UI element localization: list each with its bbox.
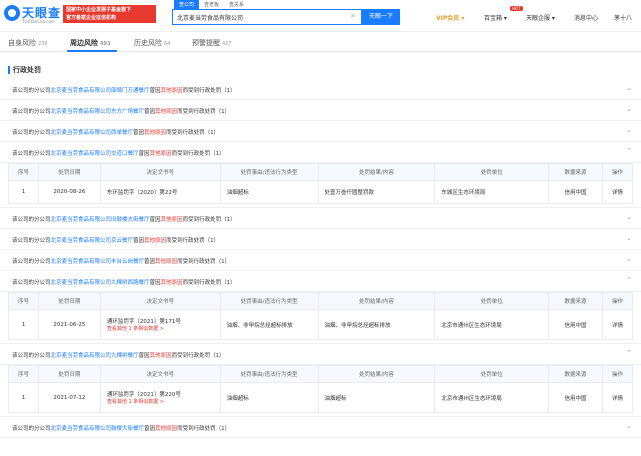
detail-link[interactable]: 详情 (602, 309, 633, 340)
promo-line-1: 国家中小企业发展子基金旗下 (66, 7, 132, 13)
clear-icon[interactable]: × (350, 12, 356, 20)
table-row: 1 2021-06-25 通环监罚字〔2021〕第171号 查看其他 1 条相似数… (8, 309, 633, 340)
col-header: 处罚单位 (434, 163, 550, 181)
search-tab-boss[interactable]: 查老板 (199, 0, 224, 9)
penalty-table: 序号 处罚日期 决定文书号 处罚事由/违法行为类型 处罚结果/内容 处罚单位 数… (8, 365, 633, 413)
tab-count: 64 (164, 41, 171, 47)
branch-link[interactable]: 北京麦当劳食品有限公司鼓楼大街餐厅 (51, 426, 145, 432)
branch-link[interactable]: 北京麦当劳食品有限公司西单餐厅 (51, 130, 134, 136)
list-item[interactable]: 该公司的分公司北京麦当劳食品有限公司京云餐厅曾因其他原因而受到行政处罚（1） ⌄ (0, 229, 641, 250)
similar-data-link[interactable]: 查看其他 1 条相似数据 > (107, 325, 220, 332)
chevron-down-icon[interactable]: ⌄ (626, 255, 632, 263)
baibao-menu[interactable]: 百宝箱 ▾ (484, 13, 507, 22)
penalty-table: 序号 处罚日期 决定文书号 处罚事由/违法行为类型 处罚结果/内容 处罚单位 数… (8, 163, 633, 204)
tab-count: 493 (100, 41, 111, 47)
col-header: 处罚事由/违法行为类型 (219, 163, 319, 181)
chevron-down-icon[interactable]: ⌄ (626, 126, 632, 134)
hot-badge: HOT (510, 6, 523, 11)
detail-link[interactable]: 详情 (602, 180, 633, 204)
search-tab-relation[interactable]: 查关系 (224, 0, 249, 9)
list-item[interactable]: 该公司的分公司北京麦当劳食品有限公司东方广场餐厅曾因其他原因而受到行政处罚（1）… (0, 100, 641, 121)
list-item[interactable]: 该公司的分公司北京麦当劳食品有限公司康塬门万通餐厅曾因其他原因而受到行政处罚（1… (0, 79, 641, 100)
search-input[interactable]: 北京麦当劳食品有限公司 (177, 13, 243, 22)
tab-label: 周边风险 (70, 39, 98, 47)
chevron-down-icon[interactable]: ⌄ (626, 105, 632, 113)
list-item[interactable]: 该公司的分公司北京麦当劳食品有限公司九棵树西路餐厅曾因其他原因而受到行政处罚（1… (0, 271, 641, 292)
col-header: 处罚结果/内容 (317, 163, 436, 181)
risk-tabs: 自身风险 236 周边风险 493 历史风险 64 预警提醒 427 (0, 36, 641, 52)
tab-label: 历史风险 (134, 39, 162, 47)
tab-history-risk[interactable]: 历史风险 64 (134, 38, 170, 48)
col-header: 决定文书号 (99, 163, 221, 181)
col-header: 数据来源 (548, 163, 604, 181)
search-box[interactable]: 北京麦当劳食品有限公司 × (172, 9, 362, 25)
chevron-up-icon[interactable]: ⌃ (626, 147, 632, 155)
promo-line-2: 官方备案企业征信机构 (66, 15, 117, 21)
search-tab-company[interactable]: 查公司 (174, 0, 200, 9)
chevron-up-icon[interactable]: ⌃ (626, 276, 632, 284)
tab-count: 427 (222, 41, 232, 47)
active-tab-indicator (67, 50, 117, 52)
branch-link[interactable]: 北京麦当劳食品有限公司旧鼓楼大街餐厅 (51, 217, 150, 223)
chevron-up-icon[interactable]: ⌃ (626, 349, 632, 357)
list-item[interactable]: 该公司的分公司北京麦当劳食品有限公司交道口餐厅曾因其他原因而受到行政处罚（1） ⌃ (0, 142, 641, 163)
chevron-down-icon[interactable]: ⌄ (626, 422, 632, 430)
list-item[interactable]: 该公司的分公司北京麦当劳食品有限公司旧鼓楼大街餐厅曾因其他原因而受到行政处罚（1… (0, 208, 641, 229)
logo-site: TianYanCha.com (22, 19, 55, 24)
table-row: 1 2020-08-26 东环监罚字〔2020〕第22号 油烟超标 处壹万叁仟圆… (8, 180, 633, 204)
table-row: 1 2021-07-12 通环监罚字〔2021〕第220号 查看其他 1 条相似数… (8, 382, 633, 413)
branch-link[interactable]: 北京麦当劳食品有限公司京云餐厅 (51, 238, 134, 244)
user-menu[interactable]: 茅十八 (614, 13, 632, 22)
tab-self-risk[interactable]: 自身风险 236 (8, 38, 48, 48)
tab-surrounding-risk[interactable]: 周边风险 493 (70, 38, 110, 48)
list-item[interactable]: 该公司的分公司北京麦当劳食品有限公司丰台云岗餐厅曾因其他原因而受到行政处罚（1）… (0, 250, 641, 271)
search-button[interactable]: 天眼一下 (362, 9, 400, 25)
search-type-tabs: 查公司 查老板 查关系 (174, 0, 249, 9)
col-header: 操作 (602, 163, 633, 181)
promo-badge[interactable]: 国家中小企业发展子基金旗下 官方备案企业征信机构 (63, 5, 156, 23)
tab-count: 236 (38, 41, 48, 47)
col-header: 处罚日期 (37, 163, 101, 181)
vip-menu[interactable]: VIP会员 ▾ (436, 13, 464, 22)
tab-label: 自身风险 (8, 39, 36, 47)
section-title: 行政处罚 (8, 66, 41, 74)
chevron-down-icon[interactable]: ⌄ (626, 213, 632, 221)
tab-label: 预警提醒 (192, 39, 220, 47)
detail-link[interactable]: 详情 (602, 382, 633, 413)
col-header: 序号 (8, 163, 39, 181)
similar-data-link[interactable]: 查看其他 1 条相似数据 > (107, 398, 220, 405)
penalty-list: 该公司的分公司北京麦当劳食品有限公司康塬门万通餐厅曾因其他原因而受到行政处罚（1… (0, 79, 641, 438)
chevron-down-icon[interactable]: ⌄ (626, 234, 632, 242)
list-item[interactable]: 该公司的分公司北京麦当劳食品有限公司鼓楼大街餐厅曾因其他原因而受到行政处罚（1）… (0, 417, 641, 438)
branch-link[interactable]: 北京麦当劳食品有限公司九棵树餐厅 (51, 353, 139, 359)
message-center-link[interactable]: 消息中心 (574, 13, 598, 22)
chevron-down-icon[interactable]: ⌄ (626, 84, 632, 92)
branch-link[interactable]: 北京麦当劳食品有限公司交道口餐厅 (51, 151, 139, 157)
enterprise-menu[interactable]: 天眼企服 ▾ (526, 13, 555, 22)
list-item[interactable]: 该公司的分公司北京麦当劳食品有限公司九棵树餐厅曾因其他原因而受到行政处罚（1） ⌃ (0, 344, 641, 365)
branch-link[interactable]: 北京麦当劳食品有限公司丰台云岗餐厅 (51, 259, 145, 265)
branch-link[interactable]: 北京麦当劳食品有限公司康塬门万通餐厅 (51, 88, 150, 94)
logo-icon[interactable] (4, 5, 20, 21)
list-item[interactable]: 该公司的分公司北京麦当劳食品有限公司西单餐厅曾因其他原因而受到行政处罚（1） ⌄ (0, 121, 641, 142)
branch-link[interactable]: 北京麦当劳食品有限公司九棵树西路餐厅 (51, 280, 150, 286)
penalty-table: 序号 处罚日期 决定文书号 处罚事由/违法行为类型 处罚结果/内容 处罚单位 数… (8, 292, 633, 340)
top-bar: 天眼查 TianYanCha.com 国家中小企业发展子基金旗下 官方备案企业征… (0, 0, 641, 32)
tab-warning[interactable]: 预警提醒 427 (192, 38, 232, 48)
branch-link[interactable]: 北京麦当劳食品有限公司东方广场餐厅 (51, 109, 145, 115)
